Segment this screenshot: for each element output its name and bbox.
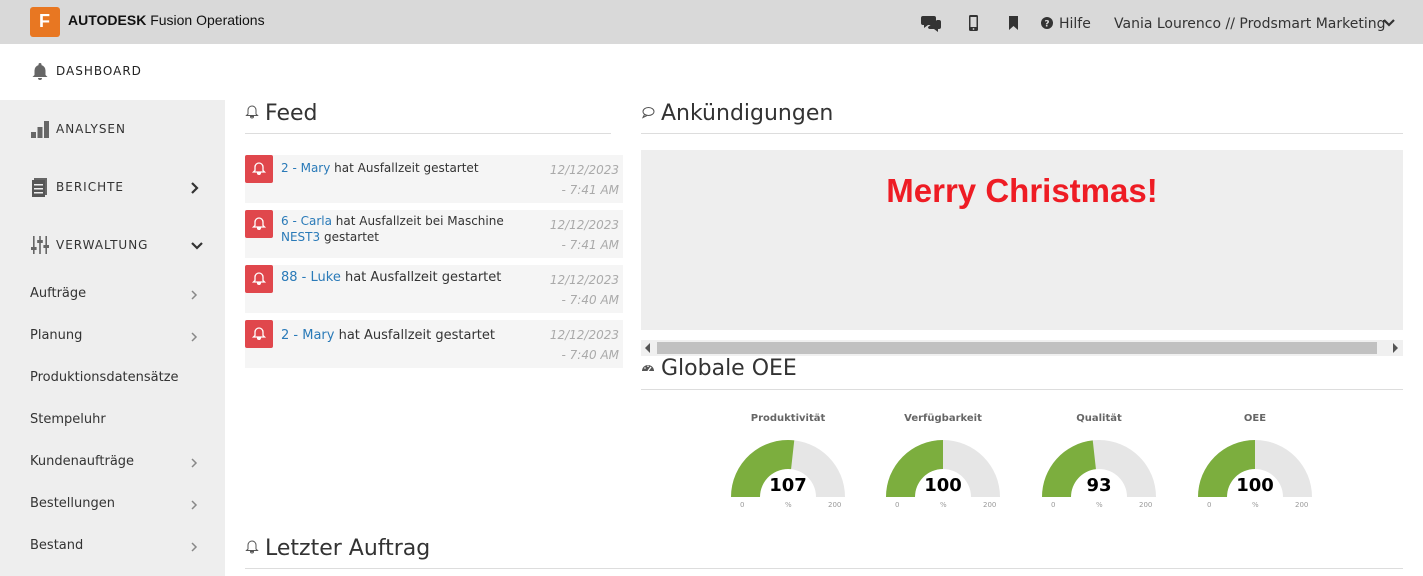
feed-user-link[interactable]: 2 - Mary	[281, 328, 334, 343]
chevron-down-icon[interactable]	[1382, 18, 1396, 28]
feed-timestamp: 12/12/2023- 7:41 AM	[549, 218, 619, 252]
scroll-right-arrow-icon[interactable]	[1393, 343, 1398, 353]
sliders-icon	[31, 236, 49, 254]
gauge-unit-label: %	[785, 501, 792, 509]
feed-user-link[interactable]: 2 - Mary	[281, 161, 330, 175]
sidebar-item-verwaltung[interactable]: VERWALTUNG	[30, 235, 148, 255]
feed-title: Feed	[245, 101, 318, 126]
feed-timestamp: 12/12/2023- 7:41 AM	[549, 163, 619, 197]
feed-item: 6 - Carla hat Ausfallzeit bei Maschine N…	[245, 210, 623, 258]
oee-title: Globale OEE	[641, 356, 797, 381]
user-menu[interactable]: Vania Lourenco // Prodsmart Marketing	[1114, 16, 1385, 32]
feed-timestamp: 12/12/2023- 7:40 AM	[549, 328, 619, 362]
announcements-title: Ankündigungen	[641, 101, 833, 126]
chat-icon[interactable]	[921, 14, 941, 32]
comment-icon	[641, 107, 655, 119]
mobile-icon[interactable]	[964, 14, 984, 32]
chevron-right-icon	[191, 458, 198, 468]
gauge-max-label: 200	[1139, 501, 1153, 509]
bell-icon	[245, 540, 259, 554]
feed-item: 88 - Luke hat Ausfallzeit gestartet 12/1…	[245, 265, 623, 313]
help-link[interactable]: Hilfe	[1059, 16, 1091, 32]
machine-link[interactable]: NEST3	[281, 230, 320, 244]
fusion-logo-icon[interactable]: F	[30, 7, 60, 37]
top-bar: F AUTODESK Fusion Operations ? Hilfe Van…	[0, 0, 1423, 44]
bookmark-icon[interactable]	[1004, 14, 1024, 32]
chevron-right-icon	[191, 500, 198, 510]
scroll-left-arrow-icon[interactable]	[645, 343, 650, 353]
sidebar-item-analysen[interactable]: ANALYSEN	[30, 119, 126, 139]
question-icon[interactable]: ?	[1040, 14, 1054, 32]
gauge-unit-label: %	[940, 501, 947, 509]
feed-user-link[interactable]: 6 - Carla	[281, 214, 332, 228]
chevron-down-icon	[191, 242, 203, 250]
alert-bell-icon	[245, 320, 273, 348]
svg-text:?: ?	[1044, 20, 1049, 30]
sidebar-item-stempeluhr[interactable]: Stempeluhr	[30, 412, 106, 427]
announcement-message: Merry Christmas!	[886, 172, 1158, 209]
last-order-title: Letzter Auftrag	[245, 536, 430, 561]
gauge-min-label: 0	[1207, 501, 1212, 509]
alert-bell-icon	[245, 265, 273, 293]
alert-bell-icon	[245, 210, 273, 238]
feed-user-link[interactable]: 88 - Luke	[281, 270, 341, 285]
sidebar-item-kundenauftraege[interactable]: Kundenaufträge	[30, 454, 134, 469]
alert-bell-icon	[245, 155, 273, 183]
gauge-value: 100	[1236, 475, 1274, 496]
gauge-value: 107	[769, 475, 807, 496]
gauge-min-label: 0	[740, 501, 745, 509]
sidebar-item-planung[interactable]: Planung	[30, 328, 82, 343]
divider	[641, 389, 1403, 390]
reports-icon	[32, 178, 47, 197]
brand-name: AUTODESK Fusion Operations	[68, 12, 265, 28]
sidebar-item-bestellungen[interactable]: Bestellungen	[30, 496, 115, 511]
gauge-max-label: 200	[828, 501, 842, 509]
horizontal-scrollbar[interactable]	[641, 340, 1403, 356]
scrollbar-thumb[interactable]	[657, 342, 1377, 354]
feed-timestamp: 12/12/2023- 7:40 AM	[549, 273, 619, 307]
announcement-panel: Merry Christmas!	[641, 150, 1403, 330]
gauge-value: 100	[924, 475, 962, 496]
bell-icon	[32, 63, 48, 80]
bar-chart-icon	[31, 121, 49, 138]
gauge-min-label: 0	[1051, 501, 1056, 509]
gauge-max-label: 200	[1295, 501, 1309, 509]
gauge-label: OEE	[1243, 413, 1267, 424]
sidebar-item-bestand[interactable]: Bestand	[30, 538, 83, 553]
sidebar-item-dashboard-label[interactable]: DASHBOARD	[30, 61, 142, 81]
sidebar-item-berichte[interactable]: BERICHTE	[30, 177, 124, 197]
chevron-right-icon	[191, 332, 198, 342]
gauge-max-label: 200	[983, 501, 997, 509]
gauge-label: Verfügbarkeit	[904, 413, 982, 424]
gauge-label: Qualität	[1076, 413, 1122, 424]
gauge-value: 93	[1086, 475, 1112, 496]
gauge-min-label: 0	[895, 501, 900, 509]
dashboard-gauge-icon	[642, 365, 654, 372]
chevron-right-icon	[191, 290, 198, 300]
sidebar-item-produktionsdatensaetze[interactable]: Produktionsdatensätze	[30, 370, 179, 385]
sidebar-item-auftraege[interactable]: Aufträge	[30, 286, 86, 301]
gauge-unit-label: %	[1096, 501, 1103, 509]
gauge-label: Produktivität	[750, 413, 826, 424]
divider	[245, 568, 1403, 569]
bell-icon	[245, 105, 259, 119]
divider	[641, 133, 1403, 134]
chevron-right-icon	[191, 182, 199, 194]
feed-item: 2 - Mary hat Ausfallzeit gestartet 12/12…	[245, 155, 623, 203]
chevron-right-icon	[191, 542, 198, 552]
feed-item: 2 - Mary hat Ausfallzeit gestartet 12/12…	[245, 320, 623, 368]
gauge-unit-label: %	[1252, 501, 1259, 509]
divider	[245, 133, 611, 134]
